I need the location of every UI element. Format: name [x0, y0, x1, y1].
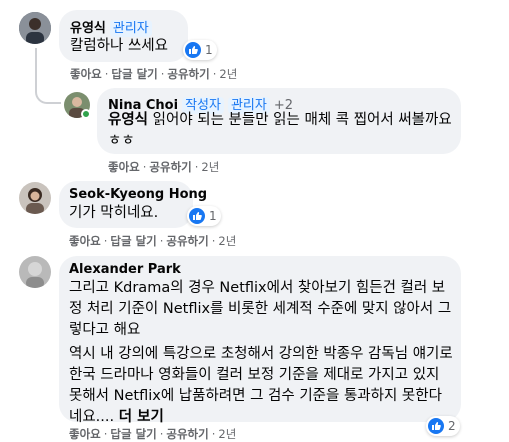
- reaction-count[interactable]: 1: [183, 40, 217, 60]
- thread-connector: [35, 84, 61, 104]
- reply-button[interactable]: 답글 달기: [111, 67, 157, 81]
- comment-text: 유영식 읽어야 되는 분들만 읽는 매체 콕 찝어서 써볼까요 ㅎㅎ: [108, 112, 452, 149]
- like-button[interactable]: 좋아요: [69, 427, 101, 441]
- admin-badge: 관리자: [109, 20, 152, 37]
- author-name[interactable]: 유영식: [70, 21, 106, 36]
- comment-author[interactable]: Alexander Park: [69, 262, 181, 277]
- comment-actions: 좋아요 · 공유하기 · 2년: [108, 160, 220, 174]
- author-name[interactable]: Alexander Park: [69, 262, 181, 277]
- timestamp[interactable]: 2년: [201, 160, 219, 174]
- author-name[interactable]: Seok-Kyeong Hong: [69, 187, 207, 202]
- share-button[interactable]: 공유하기: [167, 67, 209, 81]
- mention-link[interactable]: 유영식: [108, 112, 148, 128]
- like-button[interactable]: 좋아요: [70, 67, 102, 81]
- comment-actions: 좋아요 · 답글 달기 · 공유하기 · 2년: [69, 234, 237, 248]
- avatar[interactable]: [19, 256, 51, 288]
- timestamp[interactable]: 2년: [219, 67, 237, 81]
- comment-text: 칼럼하나 쓰세요: [70, 38, 168, 54]
- like-button[interactable]: 좋아요: [108, 160, 140, 174]
- comment-author[interactable]: Seok-Kyeong Hong: [69, 187, 207, 202]
- avatar[interactable]: [19, 12, 51, 44]
- thread-line: [35, 48, 37, 86]
- timestamp[interactable]: 2년: [218, 234, 236, 248]
- person-photo-icon: [19, 182, 51, 214]
- timestamp[interactable]: 2년: [218, 427, 236, 441]
- comment-text-paragraph: 역시 내 강의에 특강으로 초청해서 강의한 박종우 감독님 얘기로 한국 드라…: [69, 346, 453, 425]
- share-button[interactable]: 공유하기: [166, 427, 208, 441]
- like-button[interactable]: 좋아요: [69, 234, 101, 248]
- share-button[interactable]: 공유하기: [166, 234, 208, 248]
- share-button[interactable]: 공유하기: [149, 160, 191, 174]
- online-status-dot: [81, 109, 91, 119]
- person-photo-icon: [19, 12, 51, 44]
- like-icon: [428, 418, 444, 434]
- reaction-count[interactable]: 2: [426, 416, 460, 436]
- like-icon: [189, 208, 205, 224]
- avatar[interactable]: [19, 182, 51, 214]
- comment-actions: 좋아요 · 답글 달기 · 공유하기 · 2년: [69, 427, 237, 441]
- reply-button[interactable]: 답글 달기: [110, 427, 156, 441]
- reply-button[interactable]: 답글 달기: [110, 234, 156, 248]
- comment-actions: 좋아요 · 답글 달기 · 공유하기 · 2년: [70, 67, 238, 81]
- reaction-count[interactable]: 1: [187, 206, 221, 226]
- see-more-link[interactable]: 더 보기: [119, 409, 164, 425]
- person-photo-icon: [19, 256, 51, 288]
- comment-text-paragraph: 그리고 Kdrama의 경우 Netflix에서 찾아보기 힘든건 컬러 보정 …: [69, 280, 452, 338]
- comment-author[interactable]: 유영식 관리자: [70, 17, 152, 37]
- comment-text: 기가 막히네요.: [69, 205, 159, 221]
- like-icon: [185, 42, 201, 58]
